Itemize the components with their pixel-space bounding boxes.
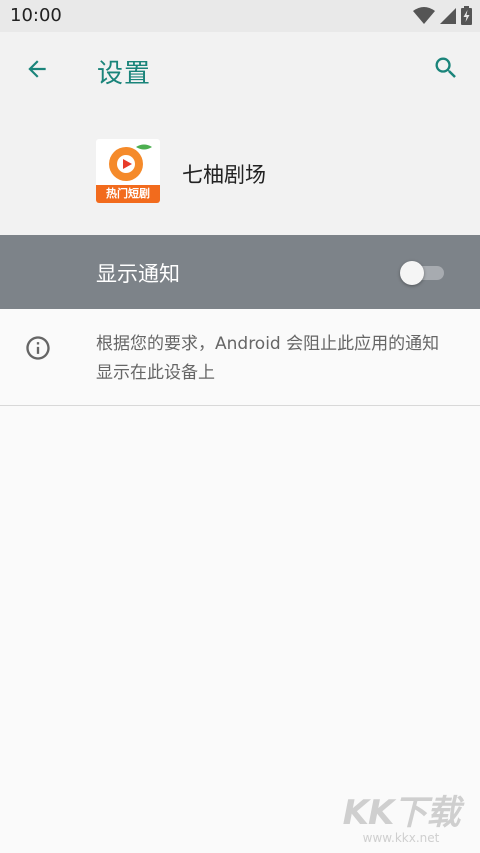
wifi-icon xyxy=(413,6,435,29)
app-name: 七柚剧场 xyxy=(182,163,266,187)
status-bar: 10:00 xyxy=(0,0,480,32)
watermark-sub: www.kkx.net xyxy=(362,831,440,845)
status-time: 10:00 xyxy=(10,5,62,26)
show-notifications-label: 显示通知 xyxy=(96,262,180,286)
app-icon: 热门短剧 xyxy=(96,139,160,203)
signal-icon xyxy=(439,7,457,29)
battery-icon xyxy=(461,6,472,29)
toggle-thumb xyxy=(400,261,424,285)
search-icon xyxy=(432,54,460,86)
page-title: 设置 xyxy=(97,59,152,89)
app-icon-badge: 热门短剧 xyxy=(96,185,160,203)
info-icon xyxy=(24,334,52,362)
settings-screen: 10:00 设置 热门短剧 七柚剧场 显示通知 根据您的要求，Android 会… xyxy=(0,0,480,853)
arrow-left-icon xyxy=(24,56,50,86)
search-button[interactable] xyxy=(428,52,464,88)
show-notifications-row[interactable]: 显示通知 xyxy=(0,235,480,309)
watermark-main: KK下载 xyxy=(342,793,461,833)
status-icons xyxy=(413,6,472,29)
app-bar: 设置 xyxy=(0,32,480,108)
info-text: 根据您的要求，Android 会阻止此应用的通知显示在此设备上 xyxy=(96,334,440,383)
show-notifications-toggle[interactable] xyxy=(400,261,444,285)
back-button[interactable] xyxy=(20,54,54,88)
watermark: KK下载 www.kkx.net xyxy=(342,793,461,845)
app-header: 热门短剧 七柚剧场 xyxy=(0,108,480,235)
info-row: 根据您的要求，Android 会阻止此应用的通知显示在此设备上 xyxy=(0,309,480,406)
